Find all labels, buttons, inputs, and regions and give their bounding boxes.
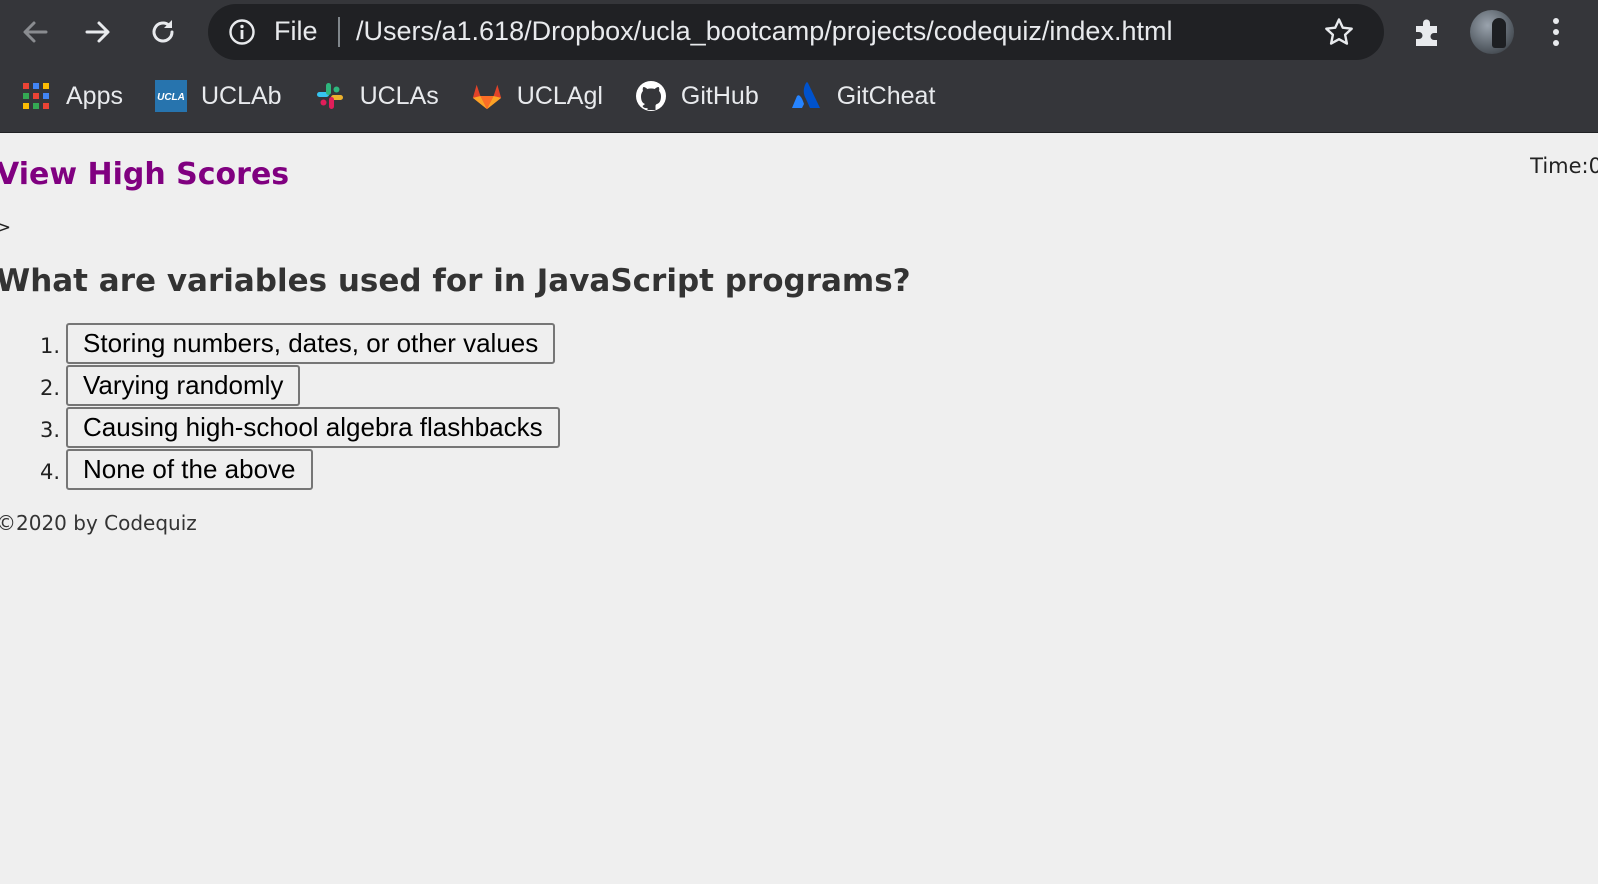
address-separator [338,17,340,47]
answer-button-2[interactable]: Varying randomly [66,365,301,406]
answer-number: 4. [39,459,60,484]
ucla-icon-text: UCLA [157,92,185,103]
bookmark-uclagl[interactable]: UCLAgl [471,74,603,118]
profile-avatar[interactable] [1470,10,1514,54]
bookmark-label: GitCheat [836,81,936,110]
reload-icon [152,20,174,43]
answer-list: 1. Storing numbers, dates, or other valu… [0,323,560,491]
gitlab-icon [471,80,503,112]
answer-item: 2. Varying randomly [0,365,560,406]
info-icon[interactable] [228,18,256,46]
extensions-puzzle-icon[interactable] [1410,14,1446,50]
bookmark-label: UCLAs [359,81,439,110]
bookmark-github[interactable]: GitHub [635,74,759,118]
more-menu-icon[interactable] [1538,14,1574,50]
bookmark-label: Apps [66,81,123,110]
slack-icon [314,80,346,112]
bookmark-gitcheat[interactable]: GitCheat [791,74,936,118]
address-scheme: File [274,16,318,46]
answer-number: 3. [39,417,60,442]
avatar-figure [1492,18,1506,48]
bookmark-label: UCLAb [200,81,282,110]
forward-button[interactable] [78,12,118,52]
answer-item: 4. None of the above [0,449,560,490]
github-icon [635,80,667,112]
bookmark-uclas[interactable]: UCLAs [314,74,439,118]
back-button[interactable] [15,12,55,52]
answer-item: 3. Causing high-school algebra flashback… [0,407,560,448]
browser-chrome: File /Users/a1.618/Dropbox/ucla_bootcamp… [0,0,1598,133]
reload-button[interactable] [143,12,183,52]
answer-number: 1. [39,333,60,358]
apps-grid-icon [20,80,52,112]
ucla-icon: UCLA [154,80,187,112]
answer-item: 1. Storing numbers, dates, or other valu… [0,323,560,364]
address-url[interactable]: /Users/a1.618/Dropbox/ucla_bootcamp/proj… [356,16,1172,47]
stray-text: > [0,217,12,238]
answer-button-1[interactable]: Storing numbers, dates, or other values [66,323,556,364]
bookmark-label: UCLAgl [516,81,603,110]
answer-number: 2. [39,375,60,400]
quiz-timer: Time:0 [1530,154,1598,178]
arrow-right-icon [85,21,110,43]
atlassian-icon [791,80,823,112]
answer-button-3[interactable]: Causing high-school algebra flashbacks [66,407,560,448]
bookmark-uclab[interactable]: UCLA UCLAb [154,74,282,118]
page-footer: ©2020 by Codequiz [0,511,197,535]
page-content: View High Scores Time:0 > What are varia… [0,133,1598,884]
answer-button-4[interactable]: None of the above [66,449,313,490]
bookmark-star-icon[interactable] [1323,16,1355,48]
address-bar[interactable]: File /Users/a1.618/Dropbox/ucla_bootcamp… [208,4,1384,60]
bookmark-apps[interactable]: Apps [20,74,123,118]
bookmark-label: GitHub [680,81,759,110]
question-text: What are variables used for in JavaScrip… [0,263,911,299]
view-high-scores-link[interactable]: View High Scores [0,157,289,192]
arrow-left-icon [23,21,48,43]
bookmarks-bar: Apps UCLA UCLAb UCLAs UCLAgl GitHub GitC… [20,74,967,118]
